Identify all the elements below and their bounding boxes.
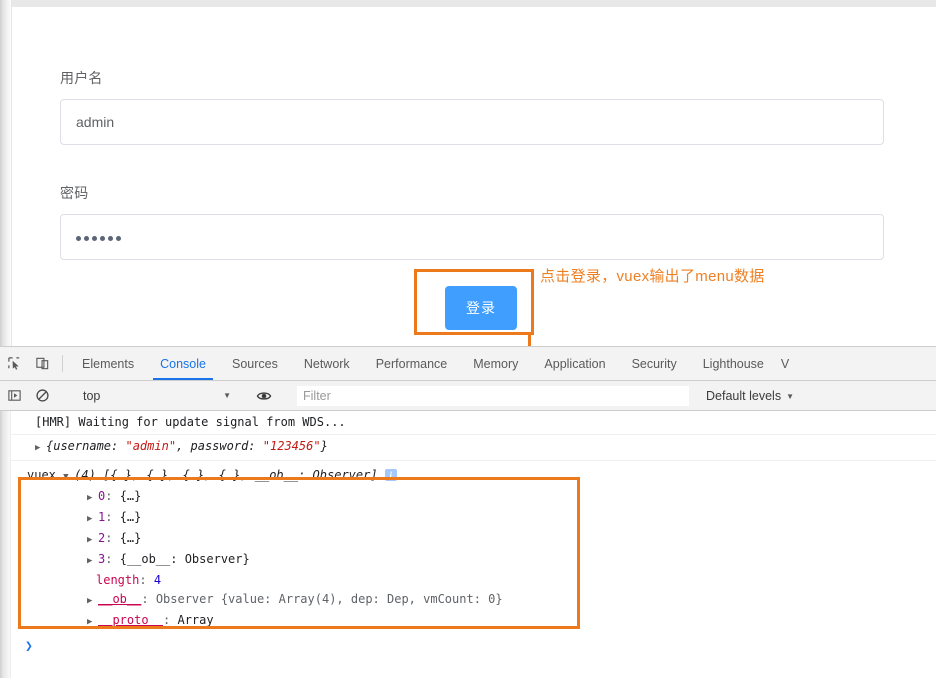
info-icon[interactable]: i <box>384 469 397 481</box>
expand-triangle-icon[interactable]: ▶ <box>35 440 44 457</box>
expand-triangle-icon-ob[interactable]: ▶ <box>87 593 96 610</box>
expand-triangle-icon-0[interactable]: ▶ <box>87 490 96 507</box>
annotation-caption: 点击登录，vuex输出了menu数据 <box>540 268 765 285</box>
vuex-array-summary: (4) [{…}, {…}, {…}, {…}, __ob__: Observe… <box>74 468 378 482</box>
console-row-observer[interactable]: ▶ __ob__: Observer {value: Array(4), dep:… <box>11 590 936 611</box>
devtools-tab-list: Elements Console Sources Network Perform… <box>69 347 793 380</box>
expand-triangle-icon-proto[interactable]: ▶ <box>87 614 96 631</box>
vuex-child-key-length: length <box>96 573 140 587</box>
inspect-element-icon[interactable] <box>0 347 28 380</box>
tab-network[interactable]: Network <box>291 347 363 380</box>
browser-page-area: 用户名 admin 密码 登录 点击登录，vuex输出了menu数据 <box>0 0 936 346</box>
tab-sources[interactable]: Sources <box>219 347 291 380</box>
console-row-vuex-summary[interactable]: vuex ▼ (4) [{…}, {…}, {…}, {…}, __ob__: O… <box>11 461 936 487</box>
login-submit-button[interactable]: 登录 <box>445 286 517 330</box>
console-row-hmr: [HMR] Waiting for update signal from WDS… <box>11 411 936 435</box>
login-object-prefix: {username: <box>46 439 126 453</box>
console-filter-toolbar: top ▼ Filter Default levels ▼ <box>0 381 936 411</box>
vuex-child-value-proto: Array <box>177 613 214 627</box>
login-object-mid: , password: <box>176 439 263 453</box>
devtools-panel: Elements Console Sources Network Perform… <box>0 346 936 678</box>
vuex-child-key-ob: __ob__ <box>98 592 142 606</box>
expand-triangle-icon-1[interactable]: ▶ <box>87 511 96 528</box>
console-row-login-object[interactable]: ▶ {username: "admin", password: "123456"} <box>11 435 936 461</box>
tab-vue-truncated[interactable]: V <box>777 347 793 380</box>
vuex-child-value-1: {…} <box>119 510 142 524</box>
console-filter-input[interactable]: Filter <box>297 385 689 406</box>
devtools-tabbar: Elements Console Sources Network Perform… <box>0 347 936 381</box>
screenshot-root: 用户名 admin 密码 登录 点击登录，vuex输出了menu数据 Eleme… <box>0 0 936 678</box>
console-levels-label: Default levels <box>706 389 782 403</box>
expand-triangle-icon-2[interactable]: ▶ <box>87 532 96 549</box>
vuex-child-value-2: {…} <box>119 531 142 545</box>
tab-memory[interactable]: Memory <box>460 347 531 380</box>
username-input-value: admin <box>76 114 115 130</box>
login-page-content: 用户名 admin 密码 登录 <box>13 7 936 346</box>
page-top-strip <box>12 0 936 7</box>
vuex-log-label: vuex <box>27 468 56 482</box>
username-input[interactable]: admin <box>60 99 884 145</box>
device-toolbar-icon[interactable] <box>28 347 56 380</box>
console-row-length: length: 4 <box>96 573 162 587</box>
tab-application[interactable]: Application <box>531 347 618 380</box>
execute-sidebar-icon[interactable] <box>0 388 28 403</box>
console-row-child-0[interactable]: ▶ 0: {…} <box>11 487 936 508</box>
console-row-proto[interactable]: ▶ __proto__: Array <box>11 611 936 632</box>
console-row-child-2[interactable]: ▶ 2: {…} <box>11 529 936 550</box>
console-prompt[interactable]: ❯ <box>11 633 936 678</box>
password-label: 密码 <box>60 185 89 201</box>
console-output[interactable]: [HMR] Waiting for update signal from WDS… <box>0 411 936 678</box>
login-object-username-value: "admin" <box>125 439 177 453</box>
expand-triangle-icon-3[interactable]: ▶ <box>87 553 96 570</box>
console-filter-placeholder: Filter <box>303 388 331 403</box>
tab-lighthouse[interactable]: Lighthouse <box>690 347 777 380</box>
collapse-triangle-icon[interactable]: ▼ <box>63 469 72 486</box>
console-left-gutter <box>0 411 11 678</box>
console-row-child-1[interactable]: ▶ 1: {…} <box>11 508 936 529</box>
login-object-suffix: } <box>320 439 328 453</box>
chevron-down-icon-levels: ▼ <box>786 391 794 401</box>
console-levels-dropdown[interactable]: Default levels ▼ <box>706 381 794 411</box>
username-label: 用户名 <box>60 70 103 86</box>
console-context-select[interactable]: top ▼ <box>75 385 237 406</box>
tab-performance[interactable]: Performance <box>363 347 461 380</box>
vuex-child-key-proto: __proto__ <box>98 613 164 627</box>
clear-console-icon[interactable] <box>28 388 56 403</box>
vuex-child-value-ob: Observer {value: Array(4), dep: Dep, vmC… <box>155 592 503 606</box>
chevron-down-icon: ▼ <box>223 391 231 400</box>
page-left-scrollbar[interactable] <box>0 0 12 346</box>
login-object-password-value: "123456" <box>262 439 321 453</box>
tab-security[interactable]: Security <box>619 347 690 380</box>
tab-elements[interactable]: Elements <box>69 347 147 380</box>
console-prompt-caret-icon: ❯ <box>25 639 33 654</box>
vuex-child-value-0: {…} <box>119 489 142 503</box>
vuex-child-value-length: 4 <box>153 573 162 587</box>
password-input[interactable] <box>60 214 884 260</box>
console-row-child-3[interactable]: ▶ 3: {__ob__: Observer} <box>11 550 936 571</box>
console-hmr-message: [HMR] Waiting for update signal from WDS… <box>35 415 346 429</box>
console-context-value: top <box>83 388 101 403</box>
vuex-child-value-3: {__ob__: Observer} <box>119 552 250 566</box>
toolbar-divider <box>62 355 63 372</box>
live-expression-eye-icon[interactable] <box>250 388 278 404</box>
password-input-masked-value <box>76 233 121 241</box>
tab-console[interactable]: Console <box>147 347 219 380</box>
